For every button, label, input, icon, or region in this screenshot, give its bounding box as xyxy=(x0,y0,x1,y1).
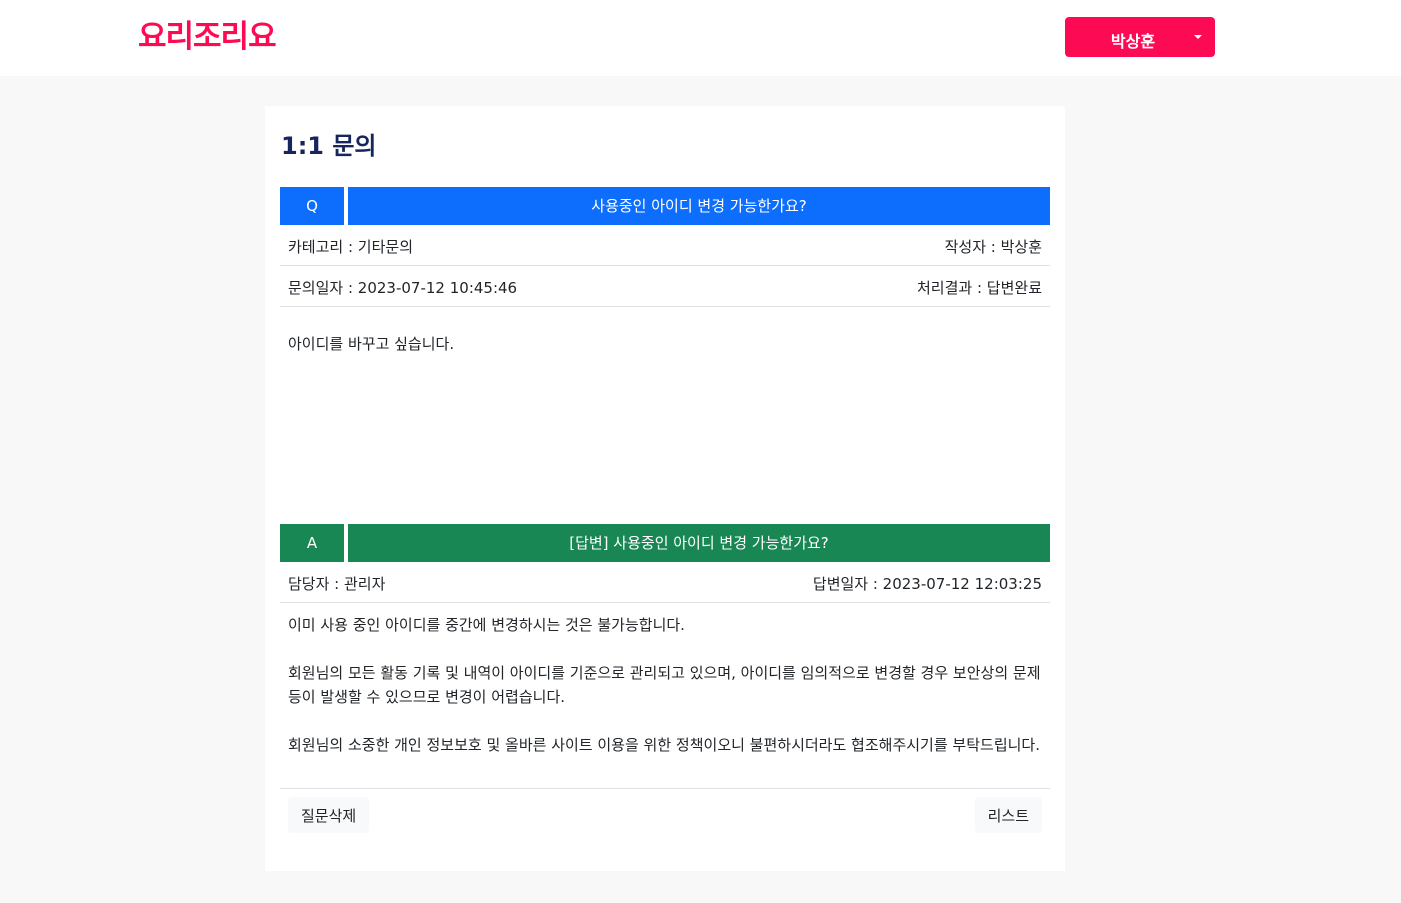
user-name: 박상훈 xyxy=(1110,32,1156,51)
answer-paragraph: 회원님의 소중한 개인 정보보호 및 올바른 사이트 이용을 위한 정책이오니 … xyxy=(288,736,1040,754)
answer-paragraph: 이미 사용 중인 아이디를 중간에 변경하시는 것은 불가능합니다. xyxy=(288,616,685,634)
question-status: 처리결과 : 답변완료 xyxy=(917,279,1042,297)
page-title: 1:1 문의 xyxy=(281,132,377,160)
answer-header-bar: A [답변] 사용중인 아이디 변경 가능한가요? xyxy=(280,524,1050,562)
delete-question-button[interactable]: 질문삭제 xyxy=(288,797,370,833)
answer-tag: A xyxy=(280,524,344,562)
answer-manager: 담당자 : 관리자 xyxy=(288,575,386,593)
answer-meta-row: 담당자 : 관리자 답변일자 : 2023-07-12 12:03:25 xyxy=(280,562,1050,603)
question-meta-row-1: 카테고리 : 기타문의 작성자 : 박상훈 xyxy=(280,225,1050,266)
site-logo[interactable]: 요리조리요 xyxy=(138,17,277,57)
answer-body: 이미 사용 중인 아이디를 중간에 변경하시는 것은 불가능합니다. 회원님의 … xyxy=(280,603,1050,789)
question-meta-row-2: 문의일자 : 2023-07-12 10:45:46 처리결과 : 답변완료 xyxy=(280,266,1050,307)
chevron-down-icon xyxy=(1194,35,1202,39)
answer-paragraph: 회원님의 모든 활동 기록 및 내역이 아이디를 기준으로 관리되고 있으며, … xyxy=(288,664,1041,706)
user-menu-button[interactable]: 박상훈 xyxy=(1065,17,1215,57)
list-button[interactable]: 리스트 xyxy=(974,797,1042,833)
question-category: 카테고리 : 기타문의 xyxy=(288,238,413,256)
question-date: 문의일자 : 2023-07-12 10:45:46 xyxy=(288,279,518,297)
question-header-bar: Q 사용중인 아이디 변경 가능한가요? xyxy=(280,187,1050,225)
question-body: 아이디를 바꾸고 싶습니다. xyxy=(288,335,455,353)
question-tag: Q xyxy=(280,187,344,225)
answer-subject: [답변] 사용중인 아이디 변경 가능한가요? xyxy=(348,524,1050,562)
question-subject: 사용중인 아이디 변경 가능한가요? xyxy=(348,187,1050,225)
question-author: 작성자 : 박상훈 xyxy=(944,238,1042,256)
answer-date: 답변일자 : 2023-07-12 12:03:25 xyxy=(812,575,1042,593)
inquiry-card: 1:1 문의 Q 사용중인 아이디 변경 가능한가요? 카테고리 : 기타문의 … xyxy=(265,106,1065,871)
top-header: 요리조리요 박상훈 xyxy=(0,0,1401,76)
